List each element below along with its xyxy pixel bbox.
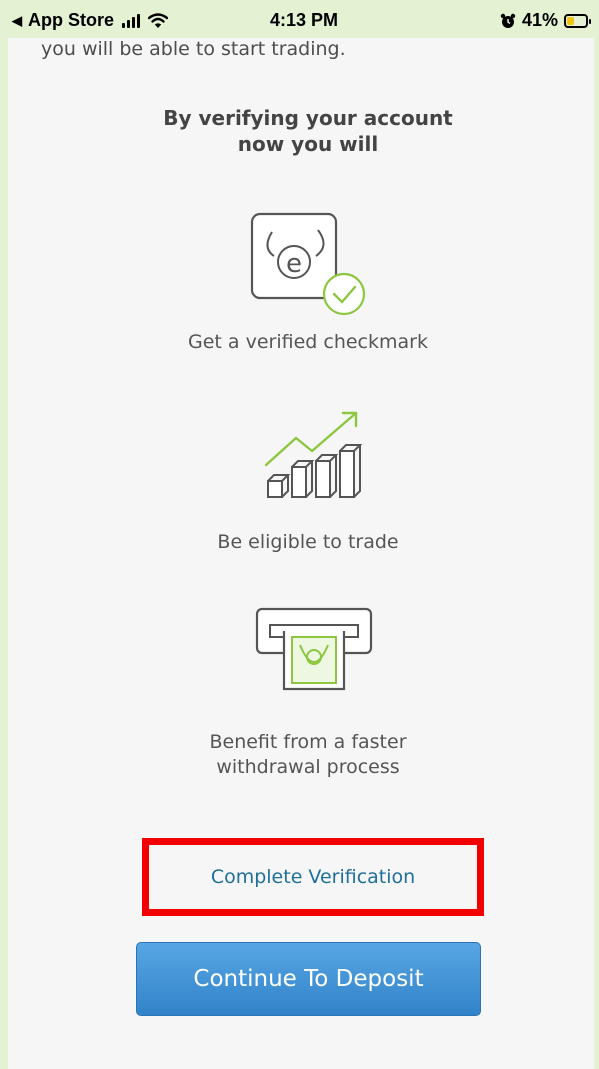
heading-line-1: By verifying your account <box>163 106 453 130</box>
status-time: 4:13 PM <box>270 10 339 30</box>
growth-chart-icon <box>264 411 363 498</box>
feature-label-withdrawal: Benefit from a faster withdrawal process <box>8 730 594 780</box>
status-right: 41% <box>500 10 591 31</box>
status-bar: ◀ App Store 4:13 PM 41% <box>8 0 594 38</box>
status-left[interactable]: ◀ App Store <box>12 10 169 31</box>
intro-text: you will be able to start trading. <box>41 38 346 60</box>
benefits-heading: By verifying your account now you will <box>8 105 594 157</box>
svg-text:e: e <box>286 249 302 279</box>
feature-label-withdrawal-line-1: Benefit from a faster <box>209 731 407 753</box>
battery-icon <box>564 13 591 28</box>
cash-withdrawal-icon <box>255 607 373 691</box>
feature-label-trade-line-1: Be eligible to trade <box>217 531 399 553</box>
wifi-icon <box>148 12 169 28</box>
highlight-box <box>142 838 484 916</box>
heading-line-2: now you will <box>237 132 379 156</box>
app-screen: ◀ App Store 4:13 PM 41% you will be able… <box>8 0 594 1069</box>
feature-label-verified: Get a verified checkmark <box>8 330 594 355</box>
battery-fill <box>567 16 574 25</box>
cellular-signal-icon <box>122 13 141 28</box>
feature-label-verified-line-1: Get a verified checkmark <box>188 331 428 353</box>
alarm-icon <box>500 13 516 28</box>
continue-to-deposit-button[interactable]: Continue To Deposit <box>136 942 481 1016</box>
battery-percent: 41% <box>521 10 558 30</box>
feature-label-withdrawal-line-2: withdrawal process <box>216 756 400 778</box>
back-app-label[interactable]: App Store <box>28 10 114 31</box>
back-arrow-icon[interactable]: ◀ <box>12 13 22 29</box>
feature-label-trade: Be eligible to trade <box>8 530 594 555</box>
verified-badge-icon: e <box>250 212 366 316</box>
